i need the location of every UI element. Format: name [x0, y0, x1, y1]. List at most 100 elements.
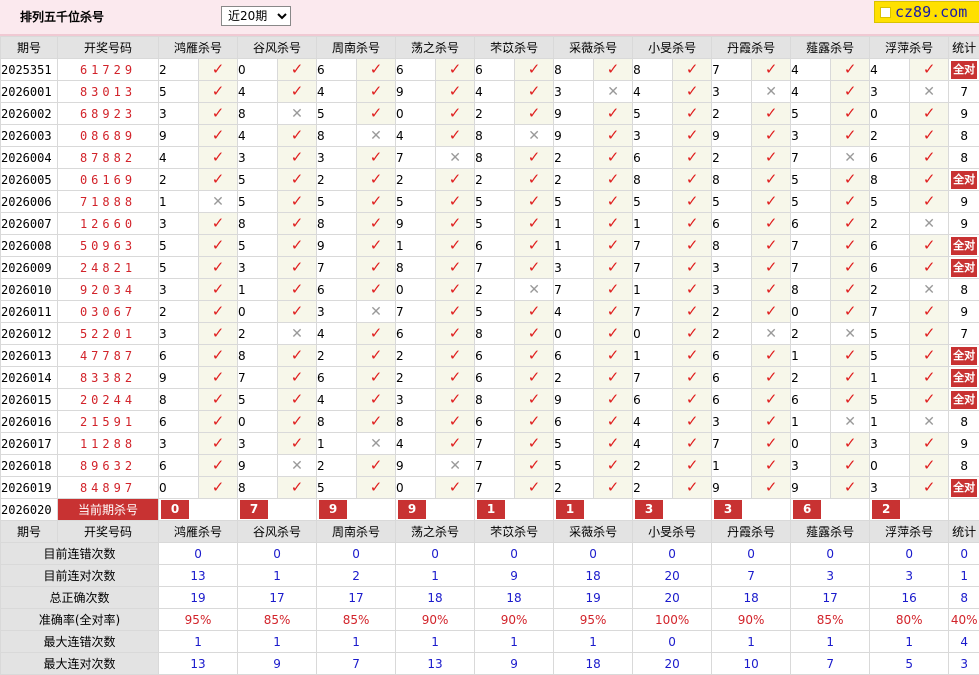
summary-value: 85%	[238, 609, 317, 631]
correct-cell: ✓	[673, 433, 712, 455]
kill-value: 6	[554, 411, 594, 433]
kill-value: 0	[159, 477, 199, 499]
kill-value: 1	[712, 455, 752, 477]
correct-cell: ✓	[278, 257, 317, 279]
check-icon: ✓	[686, 148, 699, 166]
cross-icon: ✕	[765, 84, 777, 100]
col-header-expert[interactable]: 鸿雁杀号	[159, 37, 238, 59]
summary-value: 18	[554, 565, 633, 587]
cross-icon: ✕	[291, 458, 303, 474]
correct-cell: ✓	[673, 147, 712, 169]
correct-cell: ✓	[752, 213, 791, 235]
col-header-expert[interactable]: 丹霞杀号	[712, 521, 791, 543]
col-header-expert[interactable]: 小旻杀号	[633, 521, 712, 543]
kill-value: 2	[712, 147, 752, 169]
kill-value: 6	[870, 257, 910, 279]
check-icon: ✓	[212, 456, 225, 474]
correct-cell: ✓	[357, 191, 396, 213]
current-kill-badge: 1	[477, 500, 505, 519]
correct-cell: ✓	[357, 59, 396, 81]
col-header-expert[interactable]: 薤露杀号	[791, 37, 870, 59]
correct-cell: ✓	[673, 125, 712, 147]
correct-cell: ✓	[752, 345, 791, 367]
col-header-expert[interactable]: 芣苡杀号	[475, 521, 554, 543]
col-header-expert[interactable]: 丹霞杀号	[712, 37, 791, 59]
summary-label: 准确率(全对率)	[1, 609, 159, 631]
col-header-expert[interactable]: 芣苡杀号	[475, 37, 554, 59]
current-kill-badge: 3	[635, 500, 663, 519]
check-icon: ✓	[528, 236, 541, 254]
site-logo[interactable]: cz89.com	[874, 1, 979, 23]
kill-value: 7	[870, 301, 910, 323]
col-header-expert[interactable]: 周南杀号	[317, 37, 396, 59]
correct-cell: ✓	[515, 301, 554, 323]
correct-cell: ✓	[673, 81, 712, 103]
table-row: 2026010920343✓1✓6✓0✓2✕7✓1✓3✓8✓2✕8	[1, 279, 979, 301]
col-header-expert[interactable]: 浮萍杀号	[870, 37, 949, 59]
kill-value: 2	[396, 169, 436, 191]
correct-cell: ✓	[594, 411, 633, 433]
correct-cell: ✓	[199, 103, 238, 125]
check-icon: ✓	[923, 434, 936, 452]
col-header-expert[interactable]: 周南杀号	[317, 521, 396, 543]
col-header-expert[interactable]: 薤露杀号	[791, 521, 870, 543]
kill-value: 3	[317, 147, 357, 169]
check-icon: ✓	[765, 192, 778, 210]
col-header-expert[interactable]: 荡之杀号	[396, 521, 475, 543]
correct-cell: ✓	[357, 81, 396, 103]
correct-cell: ✓	[673, 279, 712, 301]
col-header-expert[interactable]: 浮萍杀号	[870, 521, 949, 543]
check-icon: ✓	[449, 478, 462, 496]
kill-value: 3	[317, 301, 357, 323]
col-header-expert[interactable]: 采薇杀号	[554, 521, 633, 543]
kill-value: 6	[475, 235, 515, 257]
col-header-expert[interactable]: 荡之杀号	[396, 37, 475, 59]
col-header-expert[interactable]: 鸿雁杀号	[159, 521, 238, 543]
table-row: 2026002689233✓8✕5✓0✓2✓9✓5✓2✓5✓0✓9	[1, 103, 979, 125]
correct-cell: ✓	[831, 125, 870, 147]
check-icon: ✓	[449, 82, 462, 100]
kill-value: 4	[475, 81, 515, 103]
kill-value: 3	[712, 279, 752, 301]
header-row: 期号开奖号码鸿雁杀号谷风杀号周南杀号荡之杀号芣苡杀号采薇杀号小旻杀号丹霞杀号薤露…	[1, 37, 979, 59]
table-row: 2026019848970✓8✓5✓0✓7✓2✓2✓9✓9✓3✓全对	[1, 477, 979, 499]
correct-cell: ✓	[910, 455, 949, 477]
period-select[interactable]: 近20期	[221, 6, 291, 26]
col-header-expert[interactable]: 谷风杀号	[238, 521, 317, 543]
correct-cell: ✓	[594, 103, 633, 125]
kill-value: 6	[159, 455, 199, 477]
check-icon: ✓	[449, 192, 462, 210]
logo-text: cz89.com	[895, 3, 967, 21]
kill-value: 2	[159, 59, 199, 81]
correct-cell: ✓	[515, 345, 554, 367]
col-header-expert[interactable]: 谷风杀号	[238, 37, 317, 59]
current-kill-cell: 7	[238, 499, 317, 521]
summary-value: 85%	[317, 609, 396, 631]
stat-cell: 9	[949, 191, 979, 213]
check-icon: ✓	[528, 390, 541, 408]
kill-value: 0	[238, 301, 278, 323]
correct-cell: ✓	[831, 389, 870, 411]
correct-cell: ✓	[831, 257, 870, 279]
kill-value: 7	[396, 147, 436, 169]
summary-value: 18	[712, 587, 791, 609]
check-icon: ✓	[212, 302, 225, 320]
check-icon: ✓	[528, 148, 541, 166]
summary-stat: 40%	[949, 609, 979, 631]
wrong-cell: ✕	[357, 301, 396, 323]
kill-value: 3	[159, 103, 199, 125]
correct-cell: ✓	[515, 367, 554, 389]
correct-cell: ✓	[594, 433, 633, 455]
kill-value: 5	[791, 169, 831, 191]
col-header-expert[interactable]: 采薇杀号	[554, 37, 633, 59]
kill-value: 3	[712, 257, 752, 279]
correct-cell: ✓	[910, 367, 949, 389]
stat-cell: 全对	[949, 389, 979, 411]
correct-cell: ✓	[594, 191, 633, 213]
correct-cell: ✓	[436, 257, 475, 279]
col-header-expert[interactable]: 小旻杀号	[633, 37, 712, 59]
all-correct-badge: 全对	[951, 61, 977, 79]
all-correct-badge: 全对	[951, 391, 977, 409]
wrong-cell: ✕	[515, 125, 554, 147]
summary-value: 0	[396, 543, 475, 565]
